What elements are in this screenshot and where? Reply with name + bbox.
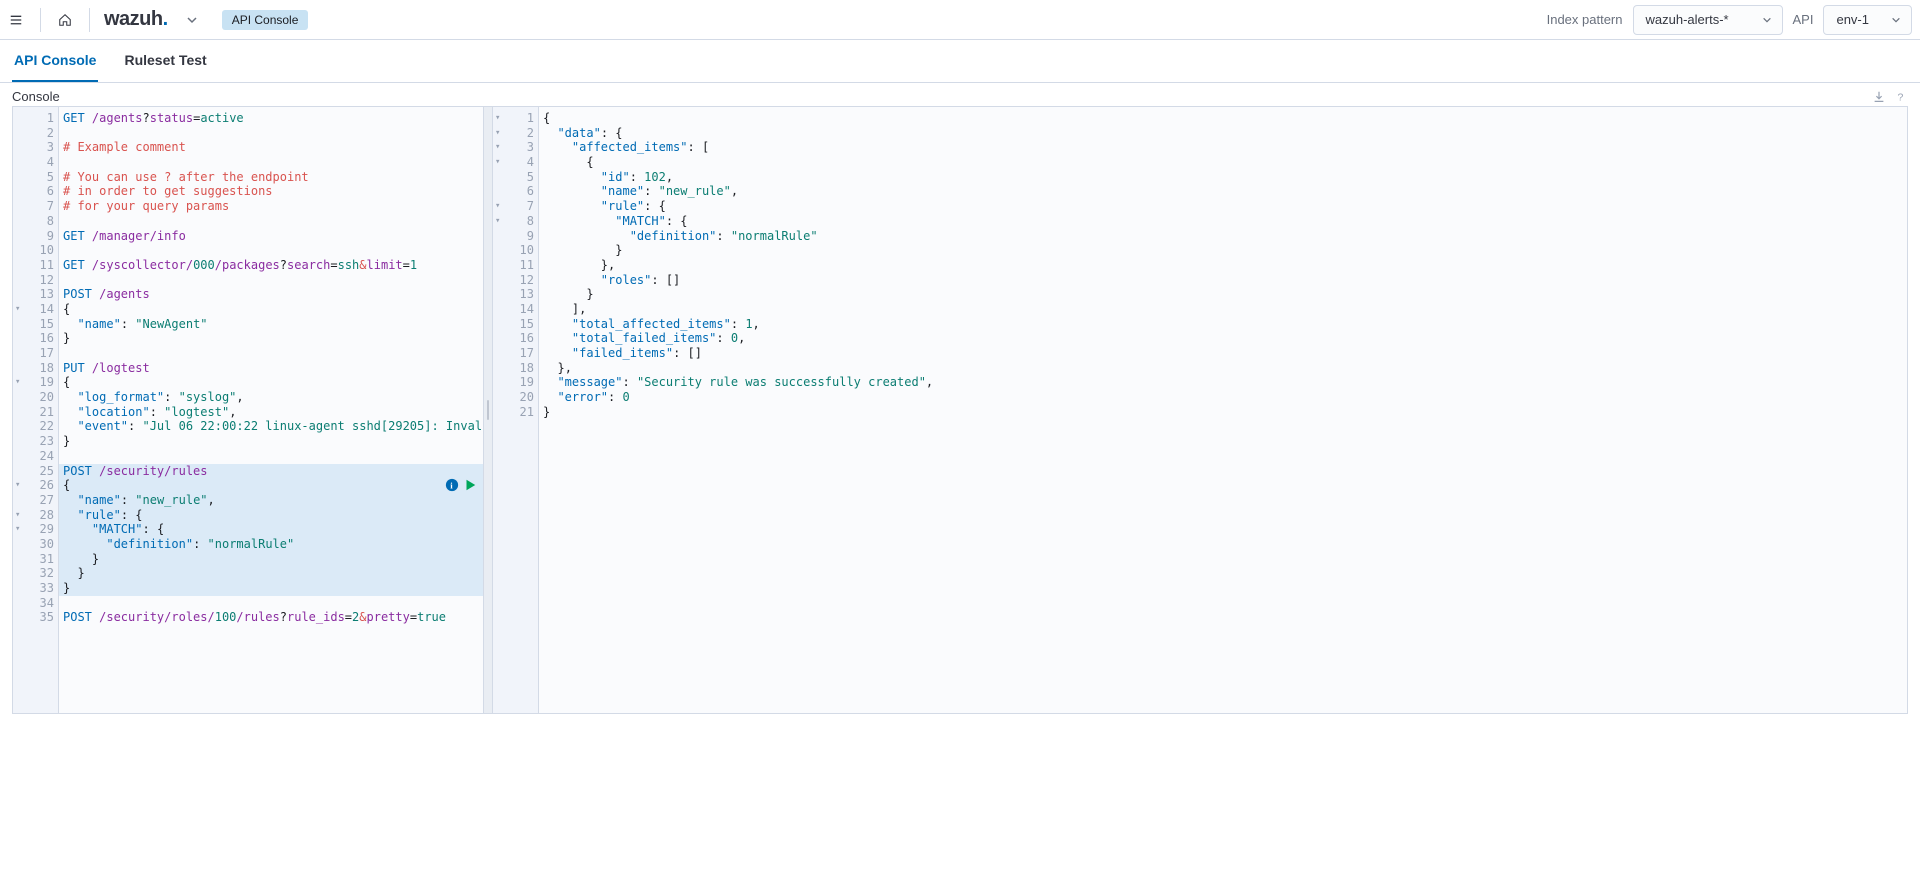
code-line[interactable]: "definition": "normalRule": [59, 537, 483, 552]
index-pattern-select[interactable]: wazuh-alerts-*: [1633, 5, 1783, 35]
code-line: {: [539, 111, 1907, 126]
home-icon: [58, 13, 72, 27]
code-line[interactable]: "location": "logtest",: [59, 405, 483, 420]
tab-ruleset-test[interactable]: Ruleset Test: [122, 40, 208, 82]
menu-icon: [9, 13, 23, 27]
brand-logo: wazuh.: [98, 8, 174, 31]
brand-menu-toggle[interactable]: [180, 13, 204, 27]
console-panes: 1234567891011121314▾1516171819▾202122232…: [12, 106, 1908, 714]
code-line: "roles": []: [539, 273, 1907, 288]
divider: [89, 8, 90, 32]
pane-splitter[interactable]: [483, 107, 493, 713]
brand-text: wazuh: [104, 8, 163, 31]
tab-api-console[interactable]: API Console: [12, 40, 98, 82]
console-header-icons: ?: [1872, 90, 1908, 104]
code-line: "total_failed_items": 0,: [539, 331, 1907, 346]
topbar-left: wazuh. API Console: [0, 4, 308, 36]
code-line: "total_affected_items": 1,: [539, 317, 1907, 332]
code-line[interactable]: GET /agents?status=active: [59, 111, 483, 126]
code-line[interactable]: [59, 243, 483, 258]
menu-button[interactable]: [0, 4, 32, 36]
export-icon[interactable]: [1872, 90, 1886, 104]
console-label: Console: [12, 89, 60, 104]
code-line: }: [539, 243, 1907, 258]
code-line[interactable]: [59, 346, 483, 361]
code-line[interactable]: GET /manager/info: [59, 229, 483, 244]
code-line: },: [539, 258, 1907, 273]
code-line[interactable]: }: [59, 434, 483, 449]
code-line[interactable]: "log_format": "syslog",: [59, 390, 483, 405]
code-line[interactable]: POST /security/rulesi: [59, 464, 483, 479]
code-line[interactable]: [59, 126, 483, 141]
request-pane[interactable]: 1234567891011121314▾1516171819▾202122232…: [13, 107, 483, 713]
code-line[interactable]: "name": "new_rule",: [59, 493, 483, 508]
tabs: API Console Ruleset Test: [0, 40, 1920, 83]
chevron-down-icon: [185, 13, 199, 27]
code-line: "message": "Security rule was successful…: [539, 375, 1907, 390]
code-line[interactable]: [59, 273, 483, 288]
api-select[interactable]: env-1: [1823, 5, 1912, 35]
code-line[interactable]: [59, 155, 483, 170]
code-line[interactable]: }: [59, 331, 483, 346]
code-line[interactable]: # for your query params: [59, 199, 483, 214]
code-line: ],: [539, 302, 1907, 317]
code-line: "data": {: [539, 126, 1907, 141]
run-request-icon[interactable]: [463, 478, 477, 492]
svg-text:?: ?: [1898, 91, 1904, 103]
divider: [40, 8, 41, 32]
api-value: env-1: [1836, 12, 1869, 27]
code-line[interactable]: "MATCH": {: [59, 522, 483, 537]
code-line[interactable]: # in order to get suggestions: [59, 184, 483, 199]
code-line[interactable]: PUT /logtest: [59, 361, 483, 376]
code-line[interactable]: "rule": {: [59, 508, 483, 523]
response-gutter: 1▾2▾3▾4▾567▾8▾9101112131415161718192021: [493, 107, 539, 713]
chevron-down-icon: [1760, 13, 1774, 27]
code-line: }: [539, 287, 1907, 302]
code-line[interactable]: {: [59, 375, 483, 390]
code-line: "rule": {: [539, 199, 1907, 214]
code-line[interactable]: [59, 596, 483, 611]
code-line: {: [539, 155, 1907, 170]
chevron-down-icon: [1889, 13, 1903, 27]
code-line: },: [539, 361, 1907, 376]
topbar-right: Index pattern wazuh-alerts-* API env-1: [1547, 5, 1912, 35]
index-pattern-label: Index pattern: [1547, 12, 1623, 27]
code-line: "id": 102,: [539, 170, 1907, 185]
code-line[interactable]: POST /security/roles/100/rules?rule_ids=…: [59, 610, 483, 625]
help-icon[interactable]: ?: [1894, 90, 1908, 104]
code-line: "error": 0: [539, 390, 1907, 405]
code-line[interactable]: [59, 214, 483, 229]
code-line: "definition": "normalRule": [539, 229, 1907, 244]
code-line[interactable]: "name": "NewAgent": [59, 317, 483, 332]
code-line[interactable]: GET /syscollector/000/packages?search=ss…: [59, 258, 483, 273]
code-line[interactable]: {: [59, 302, 483, 317]
request-editor[interactable]: GET /agents?status=active # Example comme…: [59, 107, 483, 713]
code-line: "name": "new_rule",: [539, 184, 1907, 199]
code-line[interactable]: {: [59, 478, 483, 493]
response-pane: 1▾2▾3▾4▾567▾8▾9101112131415161718192021 …: [493, 107, 1907, 713]
code-line: }: [539, 405, 1907, 420]
code-line[interactable]: "event": "Jul 06 22:00:22 linux-agent ss…: [59, 419, 483, 434]
code-line: "failed_items": []: [539, 346, 1907, 361]
brand-dot: .: [163, 8, 168, 31]
request-gutter: 1234567891011121314▾1516171819▾202122232…: [13, 107, 59, 713]
code-line: "MATCH": {: [539, 214, 1907, 229]
breadcrumb: API Console: [222, 10, 309, 30]
home-button[interactable]: [49, 4, 81, 36]
code-line[interactable]: # Example comment: [59, 140, 483, 155]
index-pattern-value: wazuh-alerts-*: [1646, 12, 1729, 27]
code-line[interactable]: # You can use ? after the endpoint: [59, 170, 483, 185]
code-line[interactable]: POST /agents: [59, 287, 483, 302]
code-line[interactable]: }: [59, 552, 483, 567]
request-info-icon[interactable]: i: [445, 478, 459, 492]
api-label: API: [1793, 12, 1814, 27]
code-line[interactable]: }: [59, 566, 483, 581]
response-viewer: { "data": { "affected_items": [ { "id": …: [539, 107, 1907, 713]
code-line[interactable]: [59, 449, 483, 464]
code-line: "affected_items": [: [539, 140, 1907, 155]
code-line[interactable]: }: [59, 581, 483, 596]
topbar: wazuh. API Console Index pattern wazuh-a…: [0, 0, 1920, 40]
console-header: Console ?: [0, 83, 1920, 106]
